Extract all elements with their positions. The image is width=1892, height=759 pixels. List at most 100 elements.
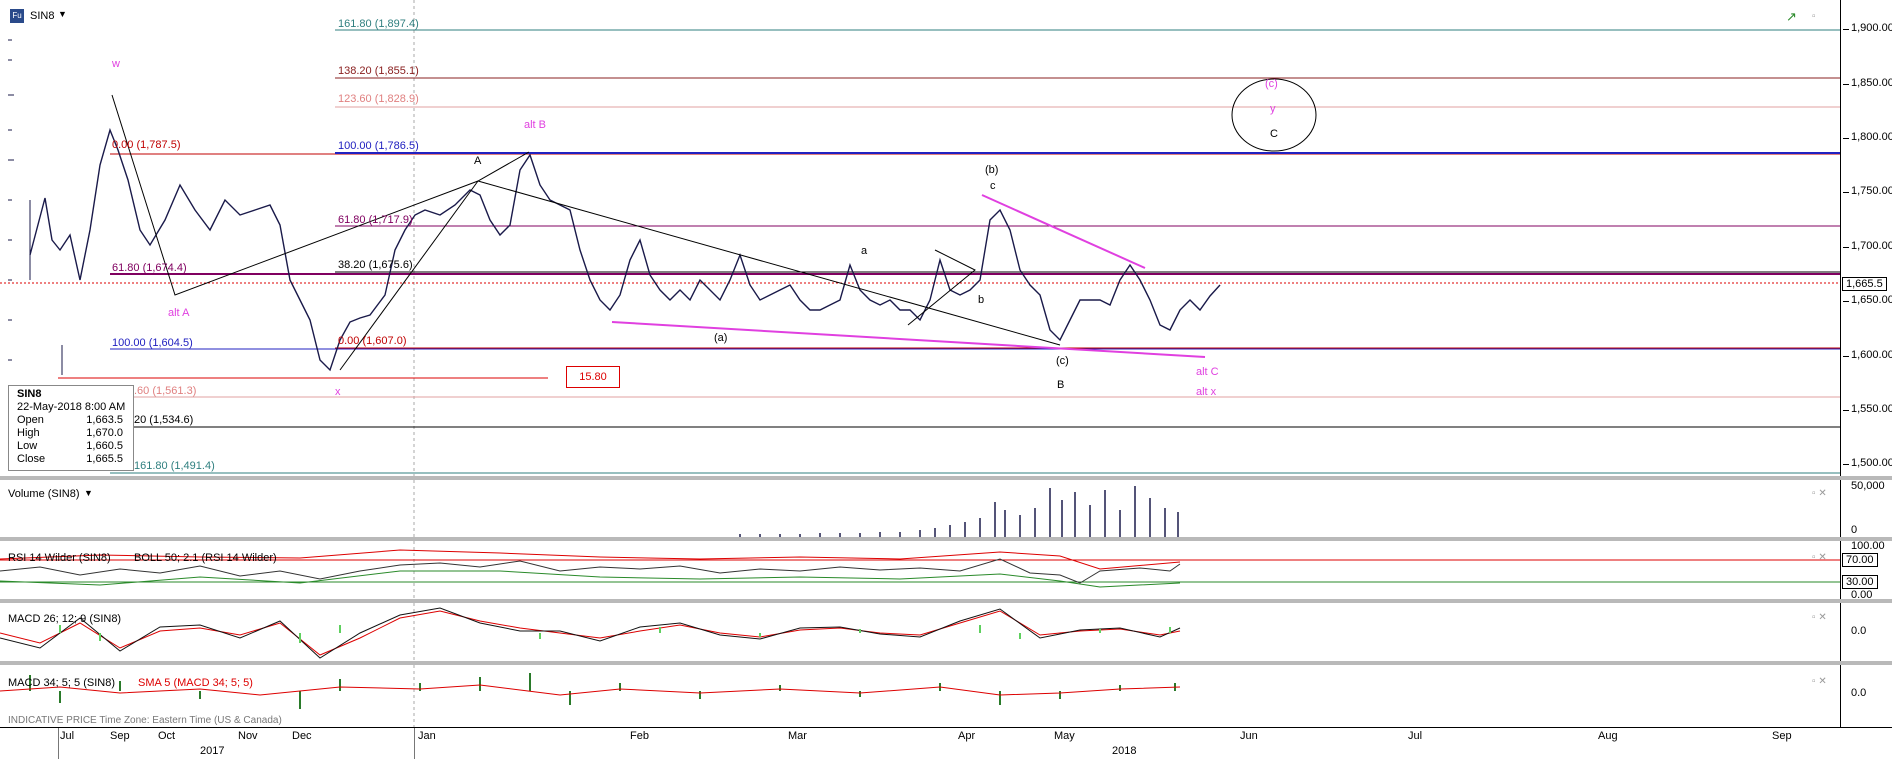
- volume-tick-label: 50,000: [1851, 480, 1885, 492]
- price-axis[interactable]: 1,900.00 1,850.00 1,800.00 1,750.00 1,70…: [1840, 0, 1892, 476]
- month-label: Feb: [630, 730, 649, 742]
- macd1-tick-label: 0.0: [1851, 625, 1867, 637]
- wave-label: b: [978, 294, 985, 306]
- macd2-tick-label: 0.0: [1851, 687, 1867, 699]
- wave-label: a: [861, 245, 868, 257]
- wave-label: (a): [714, 332, 728, 344]
- month-label: Dec: [292, 730, 312, 742]
- month-label: Sep: [110, 730, 130, 742]
- rsi-tick-label: 100.00: [1851, 540, 1885, 552]
- fib-label: 61.80 (1,717.9): [338, 214, 413, 226]
- fu-icon: Fu: [10, 9, 24, 23]
- wave-label: alt x: [1196, 386, 1217, 398]
- ohlc-key: Close: [17, 453, 46, 465]
- rsi-pane[interactable]: RSI 14 Wilder (SIN8) BOLL 50; 2.1 (RSI 1…: [0, 541, 1840, 599]
- volume-title[interactable]: Volume (SIN8): [8, 488, 80, 500]
- fib-label: 0.00 (1,787.5): [112, 139, 181, 151]
- boll-title[interactable]: BOLL 50; 2.1 (RSI 14 Wilder): [134, 552, 277, 564]
- time-axis[interactable]: Jul Sep Oct Nov Dec Jan Feb Mar Apr May …: [0, 727, 1892, 759]
- close-icon[interactable]: ▫ ✕: [1812, 676, 1827, 687]
- ohlc-key: Low: [17, 440, 38, 452]
- wave-label: alt B: [524, 119, 547, 131]
- ohlc-key: High: [17, 427, 40, 439]
- fib-label: .60 (1,561.3): [134, 385, 197, 397]
- price-chart: [0, 0, 1840, 476]
- macd1-title[interactable]: MACD 26; 12; 9 (SIN8): [8, 613, 121, 625]
- macd2-pane[interactable]: MACD 34; 5; 5 (SIN8) SMA 5 (MACD 34; 5; …: [0, 665, 1840, 727]
- rsi-title[interactable]: RSI 14 Wilder (SIN8): [8, 552, 111, 564]
- ohlc-value: 1,663.5: [86, 414, 123, 426]
- fib-label: 20 (1,534.6): [134, 414, 194, 426]
- wave-label: A: [474, 155, 482, 167]
- fib-label: 161.80 (1,491.4): [134, 460, 215, 472]
- volume-pane[interactable]: Volume (SIN8) ▼ ▫ ✕: [0, 480, 1840, 537]
- price-tick-label: 1,750.00: [1851, 185, 1892, 197]
- close-icon[interactable]: ▫ ✕: [1812, 488, 1827, 499]
- month-label: May: [1054, 730, 1075, 742]
- maximize-icon[interactable]: ▫: [1812, 11, 1816, 22]
- price-tick-label: 1,600.00: [1851, 349, 1892, 361]
- current-price-tag: 1,665.5: [1842, 277, 1887, 291]
- month-label: Nov: [238, 730, 258, 742]
- month-label: Jul: [60, 730, 75, 742]
- fib-label: 123.60 (1,828.9): [338, 93, 419, 105]
- rsi-tick-label: 70.00: [1842, 553, 1878, 567]
- wave-label: w: [112, 58, 120, 70]
- symbol-label[interactable]: SIN8: [30, 10, 54, 22]
- ohlc-key: Open: [17, 414, 44, 426]
- close-icon[interactable]: ▫ ✕: [1812, 612, 1827, 623]
- price-tick-label: 1,900.00: [1851, 22, 1892, 34]
- macd2-title[interactable]: MACD 34; 5; 5 (SIN8): [8, 677, 115, 689]
- macd2-axis: 0.0: [1840, 665, 1892, 727]
- trend-icon[interactable]: ↗: [1786, 9, 1797, 25]
- fib-label: 0.00 (1,607.0): [338, 335, 407, 347]
- month-label: Oct: [158, 730, 176, 742]
- month-label: Mar: [788, 730, 807, 742]
- wave-label: C: [1270, 128, 1278, 140]
- macd1-axis: 0.0: [1840, 603, 1892, 661]
- price-tick-label: 1,650.00: [1851, 294, 1892, 306]
- macd1-pane[interactable]: MACD 26; 12; 9 (SIN8) ▫ ✕: [0, 603, 1840, 661]
- wave-label: alt C: [1196, 366, 1219, 378]
- wave-label: x: [335, 386, 341, 398]
- wave-label: (c): [1056, 355, 1069, 367]
- fib-label: 161.80 (1,897.4): [338, 18, 419, 30]
- volume-axis: 50,000 0: [1840, 480, 1892, 537]
- ohlc-value: 1,660.5: [86, 440, 123, 452]
- footer-note: INDICATIVE PRICE Time Zone: Eastern Time…: [8, 715, 282, 726]
- fib-label: 138.20 (1,855.1): [338, 65, 419, 77]
- macd1-chart: [0, 603, 1181, 661]
- wave-label: alt A: [168, 307, 190, 319]
- wave-label: (c): [1265, 78, 1278, 90]
- red-value-box: 15.80: [566, 366, 620, 388]
- price-pane[interactable]: Fu SIN8 ▼ ↗ ▫ 161.80 (1,897.4) 138.20 (1…: [0, 0, 1840, 476]
- ohlc-symbol: SIN8: [17, 388, 42, 400]
- price-tick-label: 1,800.00: [1851, 131, 1892, 143]
- chevron-down-icon[interactable]: ▼: [58, 9, 67, 19]
- month-label: Apr: [958, 730, 976, 742]
- year-label: 2017: [200, 745, 225, 757]
- month-label: Jul: [1408, 730, 1423, 742]
- rsi-tick-label: 30.00: [1842, 575, 1878, 589]
- ohlc-value: 1,670.0: [86, 427, 123, 439]
- price-tick-label: 1,850.00: [1851, 77, 1892, 89]
- ohlc-box: SIN8 22-May-2018 8:00 AM Open 1,663.5 Hig…: [8, 385, 134, 471]
- month-label: Jun: [1240, 730, 1258, 742]
- wave-label: B: [1057, 379, 1065, 391]
- price-tick-label: 1,550.00: [1851, 403, 1892, 415]
- ohlc-datetime: 22-May-2018 8:00 AM: [17, 401, 126, 413]
- fib-label: 100.00 (1,604.5): [112, 337, 193, 349]
- rsi-chart: [0, 541, 1840, 599]
- fib-label: 38.20 (1,675.6): [338, 259, 413, 271]
- wave-label: (b): [985, 164, 999, 176]
- sma-title[interactable]: SMA 5 (MACD 34; 5; 5): [138, 677, 253, 689]
- close-icon[interactable]: ▫ ✕: [1812, 552, 1827, 563]
- ohlc-value: 1,665.5: [86, 453, 123, 465]
- year-label: 2018: [1112, 745, 1137, 757]
- volume-tick-label: 0: [1851, 524, 1858, 536]
- volume-chart: [413, 480, 1179, 537]
- rsi-axis: 100.00 70.00 30.00 0.00: [1840, 540, 1892, 601]
- wave-label: y: [1270, 103, 1276, 115]
- chevron-down-icon[interactable]: ▼: [84, 488, 93, 498]
- month-label: Aug: [1598, 730, 1618, 742]
